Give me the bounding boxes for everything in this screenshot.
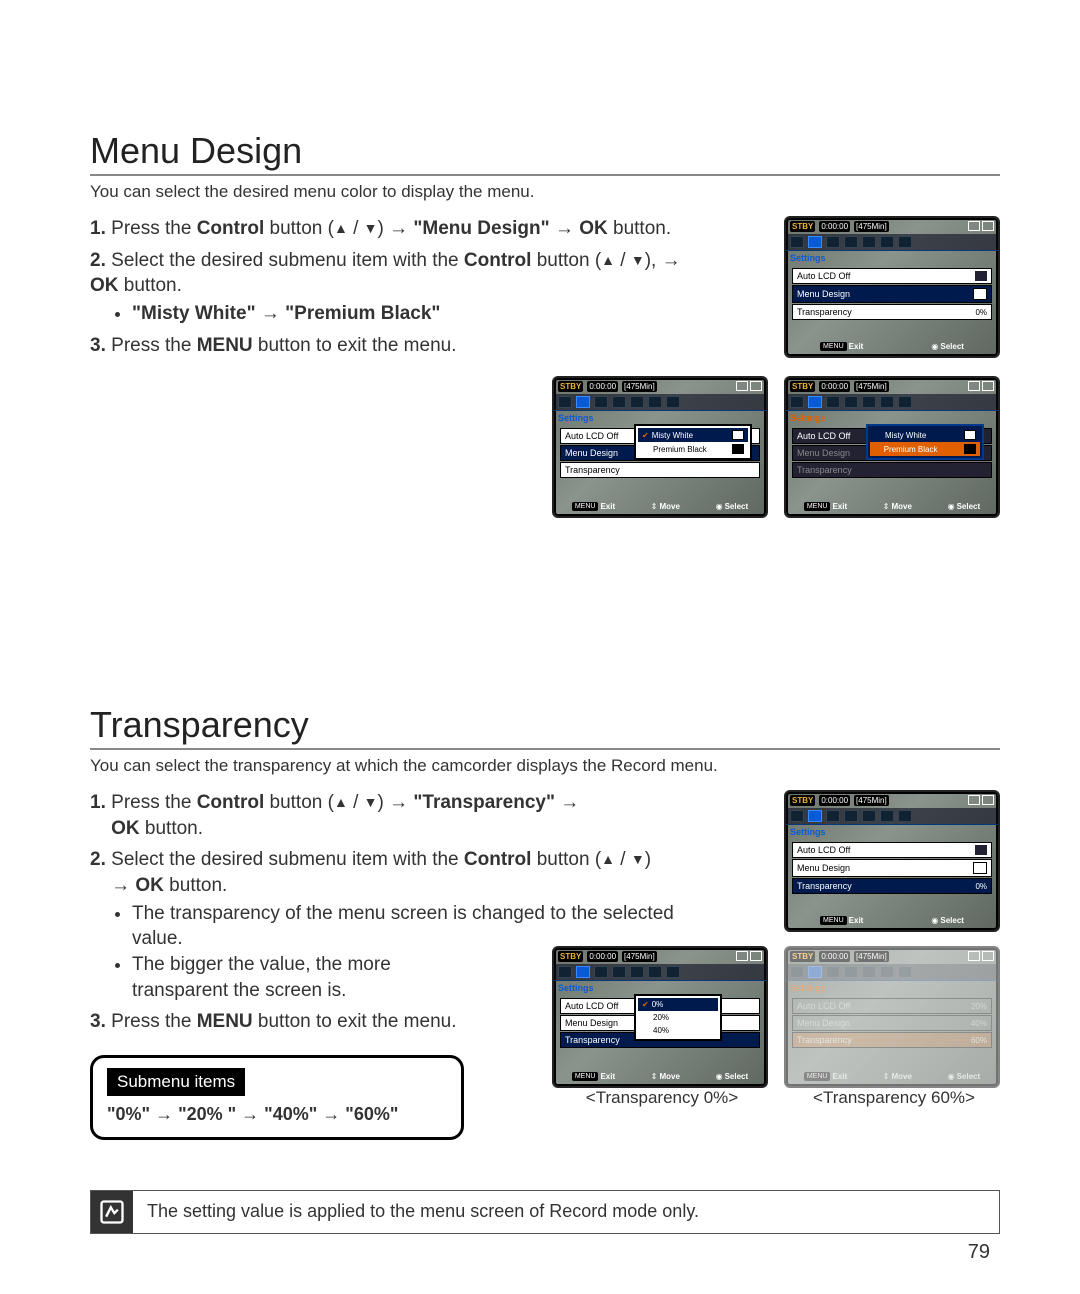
section-heading-transparency: Transparency <box>90 704 1000 750</box>
arrow-right-icon <box>389 792 408 813</box>
note-box: The setting value is applied to the menu… <box>90 1190 1000 1234</box>
submenu-items-box: Submenu items "0%" → "20% " → "40%" → "6… <box>90 1055 464 1140</box>
step-1: 1. Press the Control button ( / ) "Trans… <box>90 790 690 841</box>
arrow-right-icon <box>111 875 130 896</box>
triangle-up-icon <box>334 792 348 813</box>
lcd-screenshot-premium-black: STBY 0:00:00 [475Min] Settings Auto LCD … <box>784 376 1000 518</box>
submenu-items-title: Submenu items <box>107 1068 245 1096</box>
arrow-right-icon <box>662 250 681 271</box>
step-2: 2. Select the desired submenu item with … <box>90 248 690 327</box>
caption-transparency-60: <Transparency 60%> <box>788 1088 1000 1108</box>
step-2-sub1: The transparency of the menu screen is c… <box>132 901 690 952</box>
caption-transparency-0: <Transparency 0%> <box>556 1088 768 1108</box>
submenu-items-text: "0%" → "20% " → "40%" → "60%" <box>107 1104 447 1125</box>
lcd-screenshot-transparency-0: STBY 0:00:00 [475Min] Settings Auto LCD … <box>552 946 768 1088</box>
lead-text: You can select the desired menu color to… <box>90 182 1000 202</box>
lcd-screenshot-transparency: STBY 0:00:00 [475Min] Settings Auto LCD … <box>784 790 1000 932</box>
triangle-down-icon <box>364 792 378 813</box>
note-text: The setting value is applied to the menu… <box>147 1193 699 1230</box>
lead-text: You can select the transparency at which… <box>90 756 1000 776</box>
triangle-down-icon <box>631 849 645 870</box>
lcd-screenshot-transparency-60: STBY 0:00:00 [475Min] Settings Auto LCD … <box>784 946 1000 1088</box>
triangle-down-icon <box>631 250 645 271</box>
arrow-right-icon <box>389 218 408 239</box>
step-1: 1. Press the Control button ( / ) "Menu … <box>90 216 690 242</box>
step-2-sub2: The bigger the value, the more transpare… <box>132 952 432 1003</box>
triangle-up-icon <box>334 218 348 239</box>
lcd-screenshot-misty-white: STBY 0:00:00 [475Min] Settings Auto LCD … <box>552 376 768 518</box>
step-2-bullet: "Misty White" → "Premium Black" <box>132 301 690 327</box>
arrow-right-icon <box>555 218 574 239</box>
triangle-up-icon <box>601 250 615 271</box>
page-number: 79 <box>968 1241 990 1264</box>
triangle-down-icon <box>364 218 378 239</box>
note-icon <box>91 1191 133 1233</box>
triangle-up-icon <box>601 849 615 870</box>
lcd-screenshot-menu-design: STBY 0:00:00 [475Min] Settings Auto LCD … <box>784 216 1000 358</box>
section-heading-menu-design: Menu Design <box>90 130 1000 176</box>
step-3: 3. Press the MENU button to exit the men… <box>90 333 690 359</box>
arrow-right-icon <box>560 792 579 813</box>
